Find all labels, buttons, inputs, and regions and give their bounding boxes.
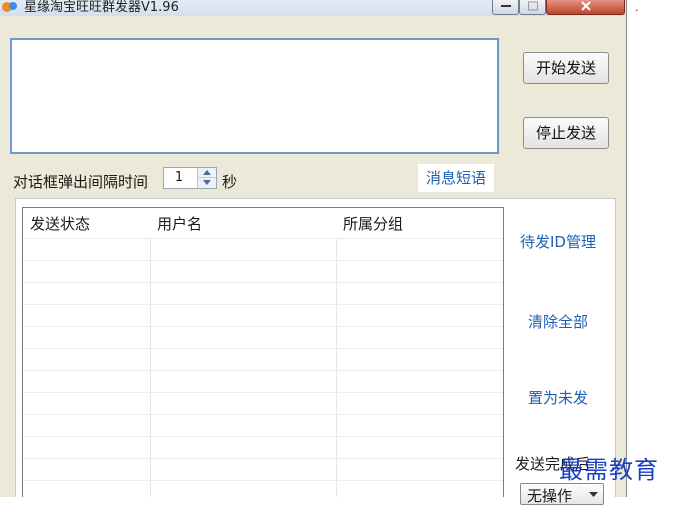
app-window: 星缘淘宝旺旺群发器V1.96 开始发送 停止发送 对话框弹出间隔时间 1 秒 消…: [0, 0, 627, 505]
tab-quick-phrases[interactable]: 消息短语: [418, 164, 494, 192]
close-icon: [580, 1, 591, 11]
close-button[interactable]: [546, 0, 625, 15]
column-header-group[interactable]: 所属分组: [343, 213, 403, 234]
stop-send-button[interactable]: 停止发送: [523, 117, 609, 149]
app-logo-icon: [2, 0, 18, 14]
column-divider: [336, 208, 337, 497]
arrow-up-icon: [203, 170, 211, 175]
message-input[interactable]: [10, 38, 499, 154]
table-header: 发送状态 用户名 所属分组: [23, 208, 503, 238]
interval-stepper[interactable]: 1: [163, 167, 217, 189]
table-row[interactable]: [23, 282, 503, 283]
table-row[interactable]: [23, 260, 503, 261]
maximize-button[interactable]: [519, 0, 546, 15]
edge-tick: ·: [635, 4, 639, 17]
stepper-up-button[interactable]: [198, 168, 216, 178]
table-row[interactable]: [23, 480, 503, 481]
table-row[interactable]: [23, 348, 503, 349]
table-row[interactable]: [23, 414, 503, 415]
chevron-down-icon: [589, 492, 598, 497]
minimize-button[interactable]: [492, 0, 519, 15]
column-header-status[interactable]: 发送状态: [30, 213, 90, 234]
table-row[interactable]: [23, 238, 503, 239]
table-row[interactable]: [23, 370, 503, 371]
table-row[interactable]: [23, 304, 503, 305]
after-send-selected: 无操作: [527, 487, 573, 505]
window-title: 星缘淘宝旺旺群发器V1.96: [24, 0, 179, 15]
recipient-table[interactable]: 发送状态 用户名 所属分组: [22, 207, 504, 497]
start-send-button[interactable]: 开始发送: [523, 52, 609, 84]
table-row[interactable]: [23, 392, 503, 393]
interval-value[interactable]: 1: [164, 168, 194, 188]
table-row[interactable]: [23, 436, 503, 437]
title-bar[interactable]: 星缘淘宝旺旺群发器V1.96: [0, 0, 626, 16]
stepper-down-button[interactable]: [198, 178, 216, 188]
column-header-username[interactable]: 用户名: [157, 213, 202, 234]
interval-label: 对话框弹出间隔时间: [13, 173, 149, 191]
stepper-arrows: [197, 168, 216, 188]
interval-unit: 秒: [222, 173, 238, 191]
table-row[interactable]: [23, 326, 503, 327]
column-divider: [150, 208, 151, 497]
watermark-logo: 最需教育: [559, 456, 659, 484]
manage-pending-ids-link[interactable]: 待发ID管理: [520, 231, 596, 252]
table-row[interactable]: [23, 458, 503, 459]
arrow-down-icon: [203, 180, 211, 185]
maximize-icon: [527, 1, 538, 11]
mark-unsent-link[interactable]: 置为未发: [528, 387, 588, 408]
clear-all-link[interactable]: 清除全部: [528, 311, 588, 332]
minimize-icon: [500, 5, 511, 7]
after-send-select[interactable]: 无操作: [520, 483, 604, 505]
